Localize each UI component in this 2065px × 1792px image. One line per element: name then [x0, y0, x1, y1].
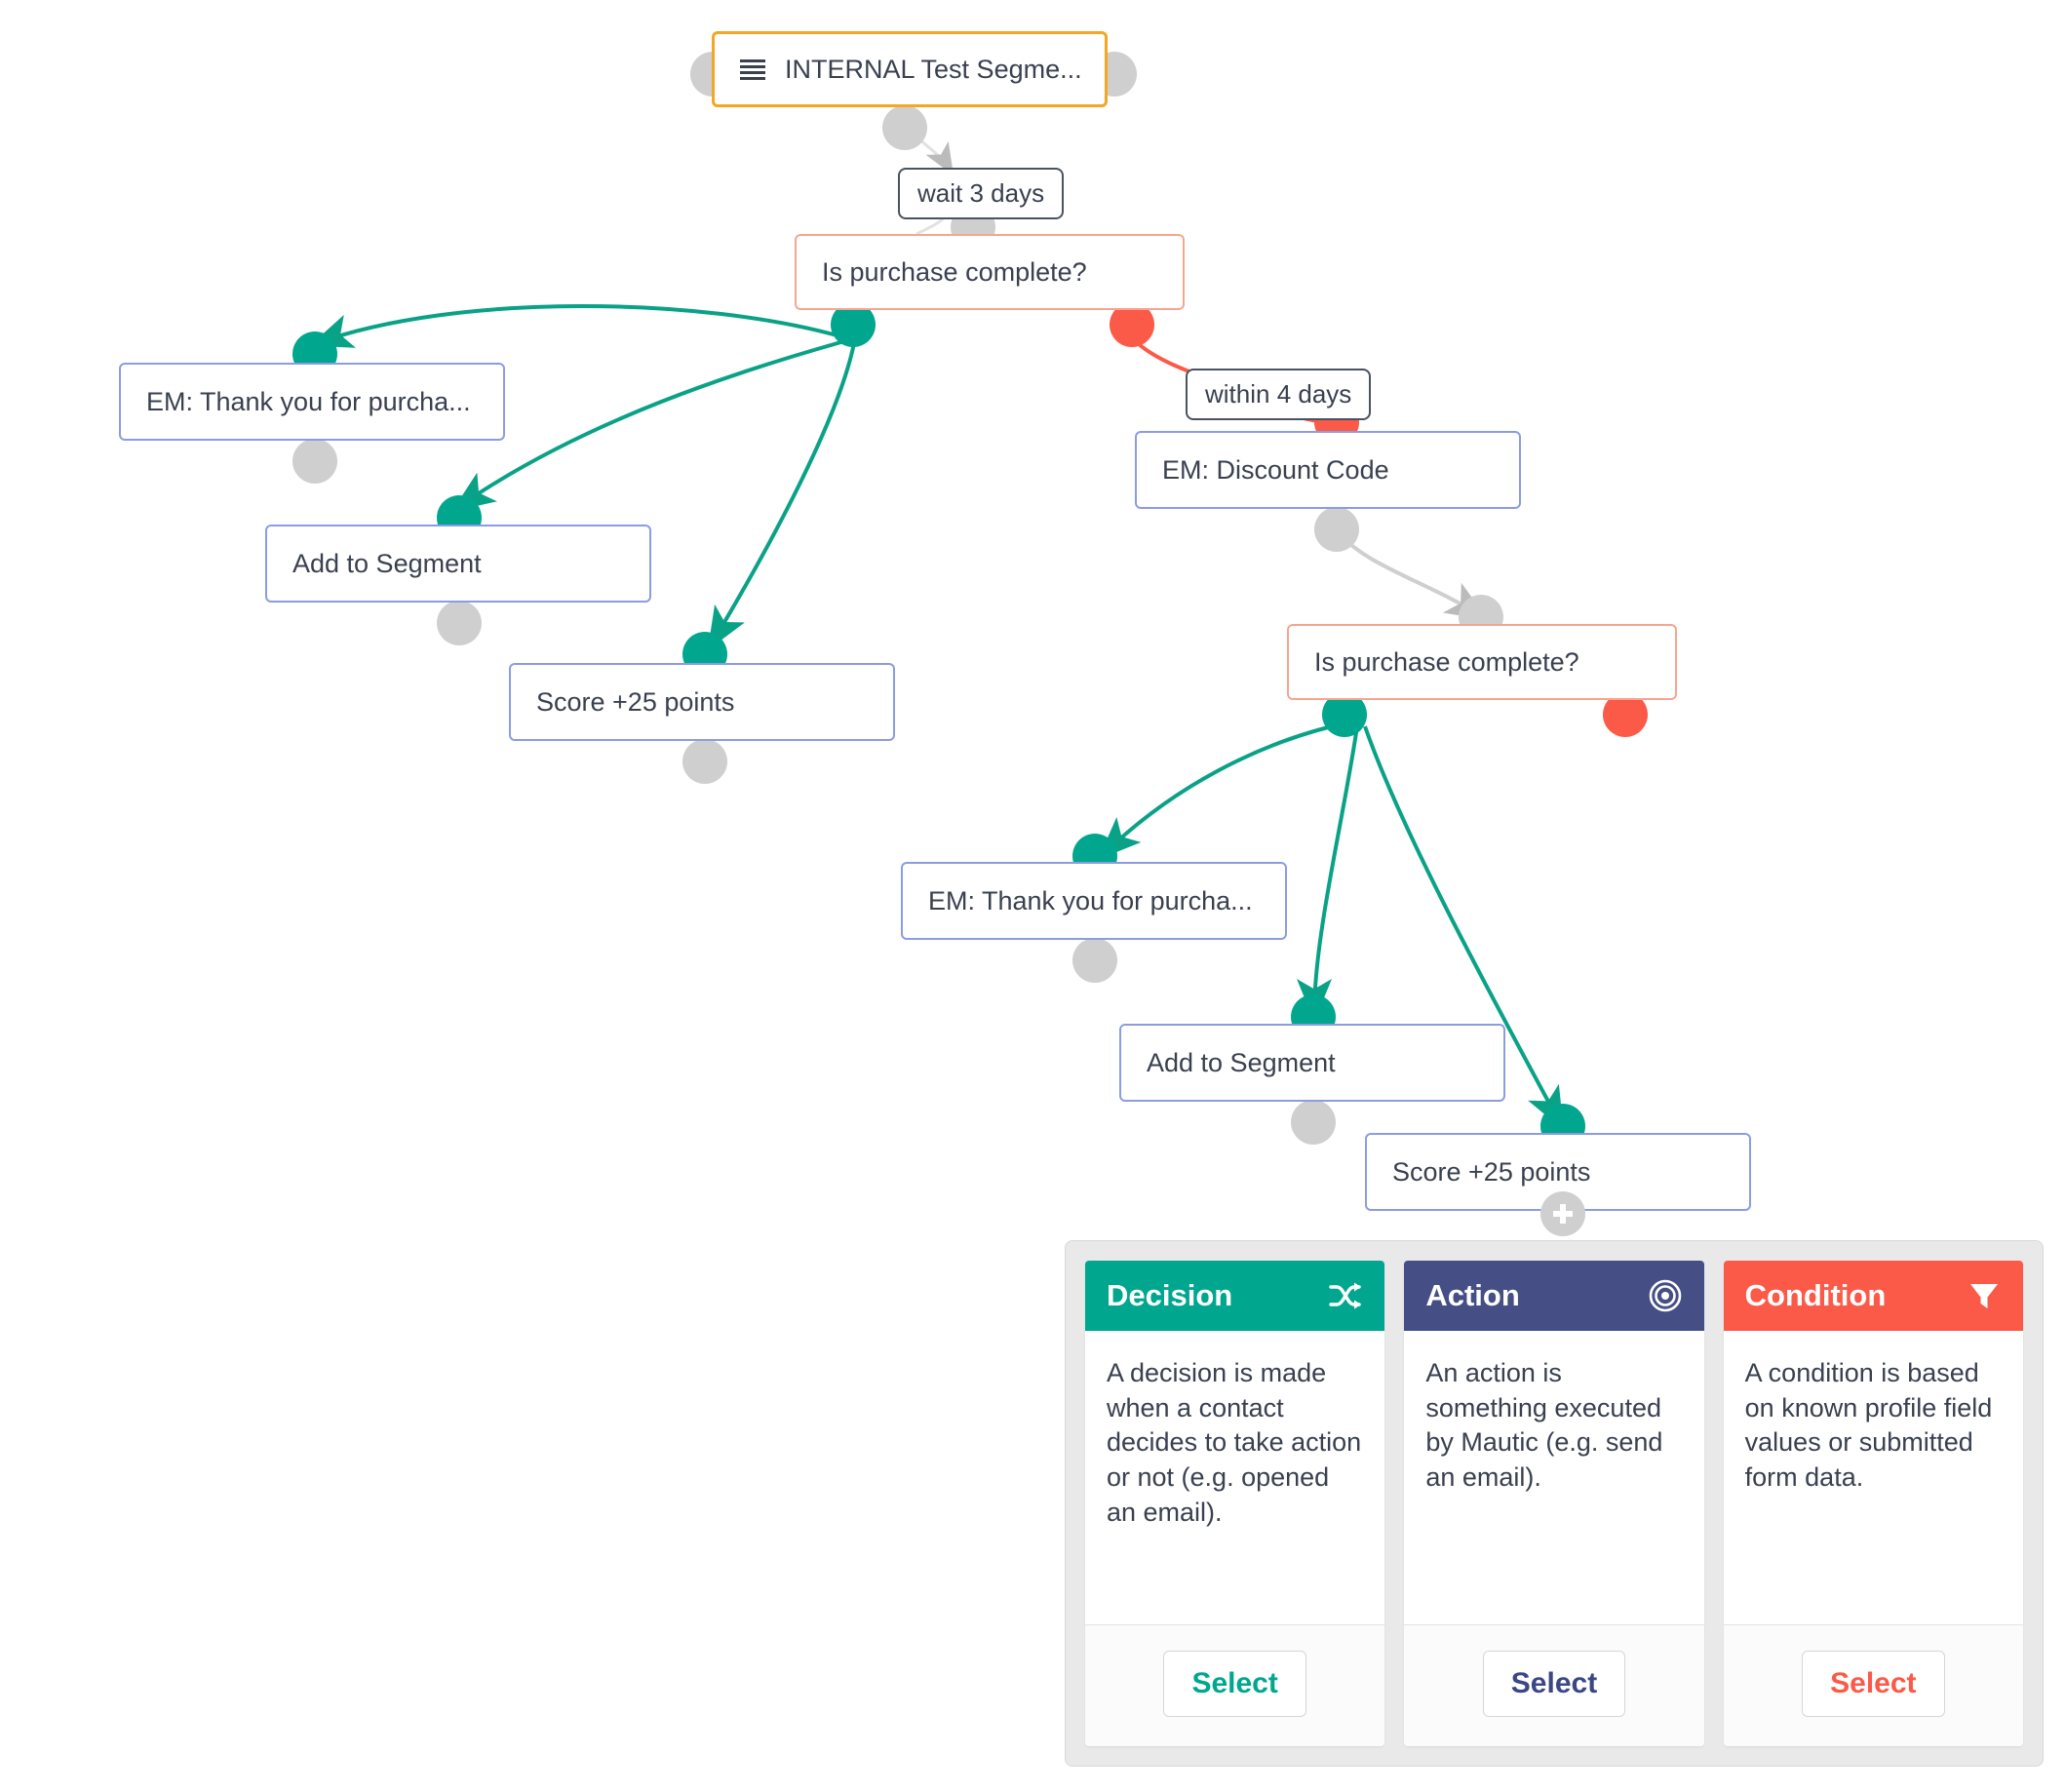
node-decision-1[interactable]: Is purchase complete? [795, 234, 1185, 310]
choice-card-condition[interactable]: Condition A condition is based on known … [1723, 1261, 2023, 1746]
step-type-chooser-panel: Decision A decision is made when a conta… [1065, 1240, 2044, 1767]
node-action-score-2-label: Score +25 points [1392, 1156, 1591, 1187]
choice-card-decision-header: Decision [1085, 1261, 1385, 1331]
select-decision-button[interactable]: Select [1163, 1651, 1306, 1717]
node-decision-1-label: Is purchase complete? [822, 256, 1087, 287]
node-action-addsegment-1[interactable]: Add to Segment [265, 525, 651, 603]
node-decision-2[interactable]: Is purchase complete? [1287, 624, 1677, 700]
choice-card-action-header: Action [1404, 1261, 1704, 1331]
discount-knob-bottom[interactable] [1314, 507, 1359, 552]
addsegment-2-knob-bottom[interactable] [1291, 1100, 1336, 1145]
node-action-discount-label: EM: Discount Code [1162, 454, 1389, 485]
node-action-thankyou-1-label: EM: Thank you for purcha... [146, 386, 471, 416]
source-knob-bottom[interactable] [882, 105, 927, 150]
choice-card-condition-footer: Select [1723, 1624, 2023, 1746]
thankyou-2-knob-bottom[interactable] [1072, 938, 1117, 983]
node-action-thankyou-2[interactable]: EM: Thank you for purcha... [901, 862, 1287, 940]
bullseye-icon [1648, 1278, 1683, 1313]
choice-card-decision-description: A decision is made when a contact decide… [1107, 1358, 1362, 1527]
campaign-builder-canvas[interactable]: INTERNAL Test Segme... wait 3 days Is pu… [0, 0, 2065, 1792]
pill-wait-3-days[interactable]: wait 3 days [898, 168, 1065, 219]
add-node-plus-button[interactable] [1540, 1191, 1585, 1236]
node-action-discount[interactable]: EM: Discount Code [1135, 431, 1521, 509]
node-source-segment[interactable]: INTERNAL Test Segme... [712, 31, 1108, 107]
select-action-button[interactable]: Select [1482, 1651, 1626, 1717]
node-action-thankyou-2-label: EM: Thank you for purcha... [928, 885, 1253, 915]
choice-card-condition-title: Condition [1744, 1278, 1887, 1312]
pill-within-4-days[interactable]: within 4 days [1186, 369, 1372, 420]
node-action-score-1-label: Score +25 points [536, 686, 735, 717]
shuffle-icon [1328, 1278, 1363, 1313]
choice-card-condition-header: Condition [1723, 1261, 2023, 1331]
choice-card-action-title: Action [1425, 1278, 1520, 1312]
choice-card-decision-footer: Select [1085, 1624, 1385, 1746]
choice-card-action-footer: Select [1404, 1624, 1704, 1746]
node-action-addsegment-2-label: Add to Segment [1147, 1047, 1336, 1077]
select-condition-button[interactable]: Select [1802, 1651, 1945, 1717]
node-action-thankyou-1[interactable]: EM: Thank you for purcha... [119, 363, 505, 441]
choice-card-condition-description: A condition is based on known profile fi… [1744, 1358, 1993, 1492]
node-decision-2-label: Is purchase complete? [1314, 646, 1579, 677]
node-action-addsegment-1-label: Add to Segment [292, 548, 482, 578]
score-1-knob-bottom[interactable] [682, 739, 727, 784]
list-icon [740, 58, 765, 80]
choice-card-decision-title: Decision [1107, 1278, 1233, 1312]
thankyou-1-knob-bottom[interactable] [292, 439, 337, 484]
node-source-label: INTERNAL Test Segme... [785, 54, 1082, 84]
filter-icon [1967, 1278, 2002, 1313]
addsegment-1-knob-bottom[interactable] [437, 601, 482, 645]
choice-card-action[interactable]: Action An action is something executed b… [1404, 1261, 1704, 1746]
node-action-addsegment-2[interactable]: Add to Segment [1119, 1024, 1505, 1102]
node-action-score-1[interactable]: Score +25 points [509, 663, 895, 741]
choice-card-decision[interactable]: Decision A decision is made when a conta… [1085, 1261, 1385, 1746]
choice-card-action-description: An action is something executed by Mauti… [1425, 1358, 1663, 1492]
